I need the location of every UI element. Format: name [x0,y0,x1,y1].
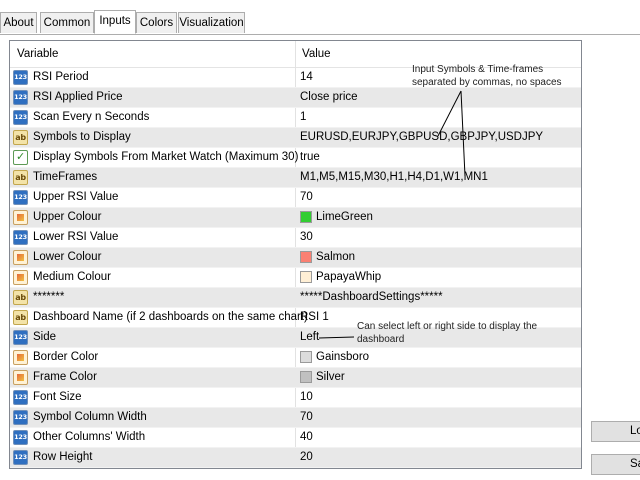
save-button[interactable]: Sa [591,454,640,475]
properties-dialog: About Common Inputs Colors Visualization… [0,0,640,480]
arrow-to-symbols [437,90,462,137]
side-annotation: Can select left or right side to display… [357,321,538,345]
arrow-to-side [318,336,355,339]
arrow-to-timeframes [460,90,466,177]
load-button[interactable]: Lo [591,421,640,442]
annotation-arrows [318,90,466,339]
